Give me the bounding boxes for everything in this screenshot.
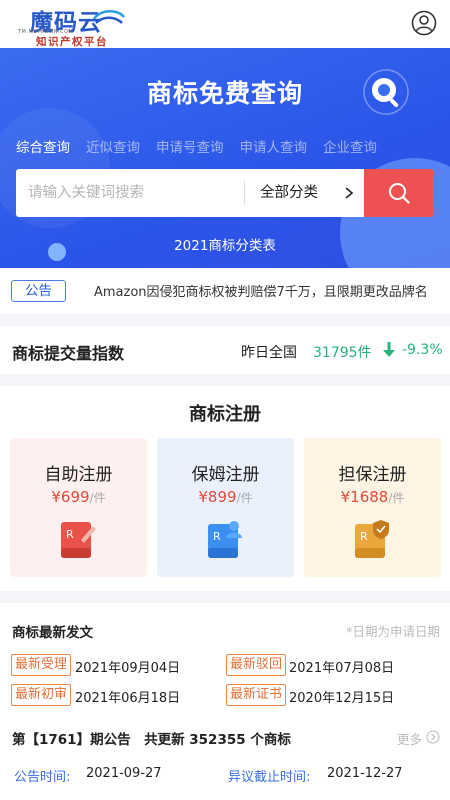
user-profile-icon[interactable] xyxy=(411,10,437,36)
search-button[interactable] xyxy=(364,169,434,217)
svg-text:R: R xyxy=(66,528,74,541)
announcement-bar[interactable]: 公告 Amazon因侵犯商标权被判赔偿7千万，且限期更改品牌名 xyxy=(0,268,450,314)
card-price: ¥699/件 xyxy=(51,488,106,506)
register-title: 商标注册 xyxy=(189,404,261,425)
announcement-text[interactable]: Amazon因侵犯商标权被判赔偿7千万，且限期更改品牌名 xyxy=(94,281,428,300)
issue-summary: 第【1761】期公告 共更新 352355 个商标 xyxy=(12,732,291,748)
card-name: 保姆注册 xyxy=(191,465,260,485)
objection-deadline-label: 异议截止时间: xyxy=(228,770,311,785)
index-label: 昨日全国 xyxy=(241,345,297,361)
tab-applicant[interactable]: 申请人查询 xyxy=(240,136,308,156)
date-latest-rejected: 2021年07月08日 xyxy=(289,661,395,676)
announcement-badge: 公告 xyxy=(11,280,66,302)
card-name: 自助注册 xyxy=(44,465,113,485)
divider xyxy=(244,181,245,205)
logo-swirl-icon xyxy=(92,10,125,24)
arrow-down-icon xyxy=(383,342,395,357)
magnifier-icon xyxy=(363,69,409,115)
tag-latest-preliminary[interactable]: 最新初审 xyxy=(11,684,72,706)
tag-latest-certificate[interactable]: 最新证书 xyxy=(226,684,287,706)
svg-text:R: R xyxy=(360,530,368,543)
self-register-card[interactable]: 自助注册 ¥699/件 R xyxy=(10,438,147,577)
index-title: 商标提交量指数 xyxy=(12,344,125,363)
tab-application-number[interactable]: 申请号查询 xyxy=(156,136,224,156)
date-latest-preliminary: 2021年06月18日 xyxy=(75,691,181,706)
latest-title: 商标最新发文 xyxy=(12,625,93,641)
more-link[interactable]: 更多 xyxy=(397,729,422,748)
guarantee-register-icon: R xyxy=(355,520,389,558)
announce-time-label: 公告时间: xyxy=(14,770,71,785)
tab-similar[interactable]: 近似查询 xyxy=(86,136,140,156)
svg-text:R: R xyxy=(213,530,221,543)
class-table-link[interactable]: 2021商标分类表 xyxy=(0,234,450,254)
card-price: ¥1688/件 xyxy=(340,488,405,506)
nanny-register-icon: R xyxy=(208,521,242,558)
search-icon xyxy=(389,183,410,204)
latest-note: *日期为申请日期 xyxy=(346,624,440,639)
tab-company[interactable]: 企业查询 xyxy=(323,136,377,156)
objection-deadline-value: 2021-12-27 xyxy=(327,766,403,781)
chevron-right-circle-icon[interactable] xyxy=(426,730,440,744)
date-latest-accepted: 2021年09月04日 xyxy=(75,661,181,676)
card-price: ¥899/件 xyxy=(198,488,253,506)
chevron-right-icon[interactable] xyxy=(344,187,354,199)
card-name: 担保注册 xyxy=(338,465,407,485)
tab-general[interactable]: 综合查询 xyxy=(16,136,70,156)
guarantee-register-card[interactable]: 担保注册 ¥1688/件 R xyxy=(304,438,441,577)
search-tabs: 综合查询 近似查询 申请号查询 申请人查询 企业查询 xyxy=(16,136,377,156)
index-value: 31795件 xyxy=(313,345,372,361)
logo-tagline: 知识产权平台 xyxy=(36,36,108,48)
announce-time-value: 2021-09-27 xyxy=(86,766,162,781)
search-bar: 全部分类 xyxy=(16,169,434,217)
trademark-register-section: 商标注册 自助注册 ¥699/件 R 保姆注册 ¥899/件 R 担保注册 ¥1… xyxy=(0,386,450,591)
nanny-register-card[interactable]: 保姆注册 ¥899/件 R xyxy=(157,438,294,577)
logo[interactable]: 魔码云 TM.MOMAYUN.COM 知识产权平台 xyxy=(14,3,125,48)
app-header: 魔码云 TM.MOMAYUN.COM 知识产权平台 xyxy=(0,0,450,48)
tag-latest-accepted[interactable]: 最新受理 xyxy=(11,654,72,676)
search-input[interactable] xyxy=(16,169,244,217)
submission-index: 商标提交量指数 昨日全国 31795件 -9.3% xyxy=(0,326,450,374)
index-change: -9.3% xyxy=(402,342,443,358)
category-select[interactable]: 全部分类 xyxy=(260,169,318,217)
search-hero: 商标免费查询 综合查询 近似查询 申请号查询 申请人查询 企业查询 全部分类 2… xyxy=(0,48,450,268)
latest-publications: 商标最新发文 *日期为申请日期 最新受理 2021年09月04日 最新驳回 20… xyxy=(0,603,450,800)
self-register-icon: R xyxy=(61,522,96,558)
date-latest-certificate: 2020年12月15日 xyxy=(289,691,395,706)
tag-latest-rejected[interactable]: 最新驳回 xyxy=(226,654,287,676)
